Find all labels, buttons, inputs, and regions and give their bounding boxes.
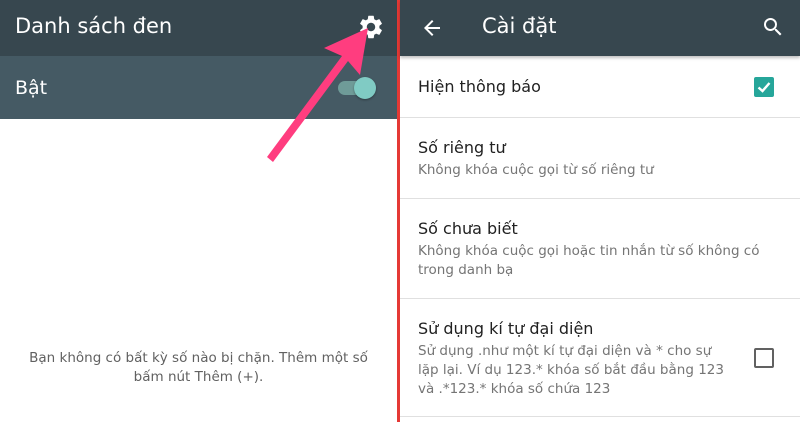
page-title: Danh sách đen — [15, 14, 173, 38]
settings-app-bar: Cài đặt — [400, 0, 800, 56]
enable-switch[interactable] — [336, 76, 378, 100]
back-arrow-icon[interactable] — [420, 16, 444, 40]
setting-title: Số riêng tư — [418, 138, 506, 157]
settings-title: Cài đặt — [482, 14, 557, 38]
gear-icon[interactable] — [357, 13, 385, 41]
blacklist-panel: Danh sách đen Bật Bạn không có bất kỳ số… — [0, 0, 397, 422]
setting-wildcard[interactable]: Sử dụng kí tự đại diện Sử dụng .như một … — [400, 299, 800, 417]
wildcard-checkbox[interactable] — [754, 348, 774, 368]
setting-subtitle: Sử dụng .như một kí tự đại diện và * cho… — [418, 343, 724, 397]
setting-show-notifications[interactable]: Hiện thông báo — [400, 56, 800, 118]
setting-title: Số chưa biết — [418, 219, 518, 238]
toggle-label: Bật — [15, 77, 48, 99]
blacklist-app-bar: Danh sách đen — [0, 0, 397, 56]
setting-unknown-number[interactable]: Số chưa biết Không khóa cuộc gọi hoặc ti… — [400, 199, 800, 299]
setting-subtitle: Không khóa cuộc gọi từ số riêng tư — [418, 162, 654, 178]
setting-subtitle: Không khóa cuộc gọi hoặc tin nhắn từ số … — [418, 243, 760, 278]
blacklist-toggle-row[interactable]: Bật — [0, 56, 397, 119]
setting-title: Hiện thông báo — [418, 77, 541, 96]
setting-private-number[interactable]: Số riêng tư Không khóa cuộc gọi từ số ri… — [400, 118, 800, 199]
search-icon[interactable] — [761, 15, 785, 39]
setting-title: Sử dụng kí tự đại diện — [418, 319, 594, 338]
switch-thumb — [354, 77, 376, 99]
empty-state-message: Bạn không có bất kỳ số nào bị chặn. Thêm… — [29, 350, 368, 385]
settings-panel: Cài đặt Hiện thông báo Số riêng tư Không… — [400, 0, 800, 422]
notification-checkbox[interactable] — [754, 77, 774, 97]
